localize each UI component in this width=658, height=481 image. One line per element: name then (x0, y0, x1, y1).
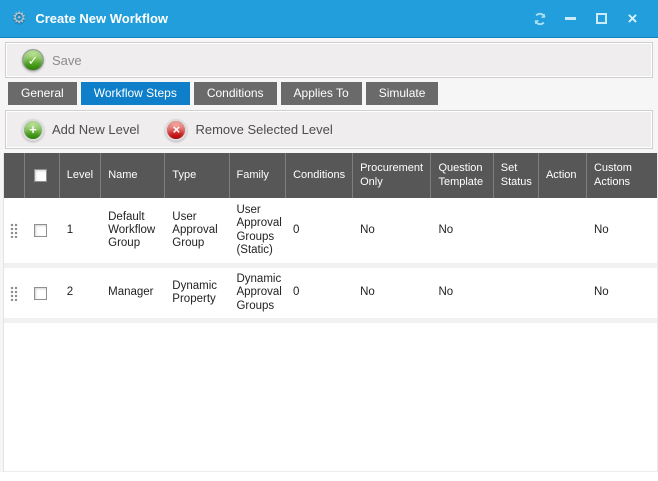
cell-level: 1 (60, 198, 101, 263)
cell-procurement-only: No (353, 198, 431, 263)
row-checkbox[interactable] (34, 224, 47, 237)
cell-procurement-only: No (353, 268, 431, 318)
tab-conditions[interactable]: Conditions (194, 82, 277, 105)
cell-question-template: No (432, 198, 494, 263)
row-select-cell (25, 268, 60, 318)
table-row-1: 1 Default Workflow Group User Approval G… (4, 198, 657, 268)
cell-question-template: No (432, 268, 494, 318)
save-check-icon: ✓ (22, 49, 44, 71)
cell-action (539, 198, 587, 263)
tab-applies-to[interactable]: Applies To (281, 82, 362, 105)
cell-family: User Approval Groups (Static) (229, 198, 286, 263)
add-new-level-button[interactable]: + Add New Level (16, 117, 145, 143)
main-toolbar: ✓ Save (5, 42, 653, 78)
save-button-label: Save (52, 53, 82, 68)
cell-family: Dynamic Approval Groups (229, 268, 286, 318)
cell-type: Dynamic Property (165, 268, 229, 318)
header-type: Type (165, 153, 229, 198)
header-conditions: Conditions (286, 153, 353, 198)
remove-selected-level-label: Remove Selected Level (195, 122, 332, 137)
add-new-level-label: Add New Level (52, 122, 139, 137)
cell-conditions: 0 (286, 198, 353, 263)
maximize-button[interactable] (586, 6, 617, 32)
drag-handle-icon[interactable] (10, 286, 18, 301)
row-drag-cell (4, 198, 25, 263)
tab-general[interactable]: General (8, 82, 77, 105)
refresh-button[interactable] (524, 6, 555, 32)
minimize-icon (565, 17, 576, 20)
window-body: ✓ Save General Workflow Steps Conditions… (0, 38, 658, 472)
cell-set-status (494, 268, 539, 318)
minimize-button[interactable] (555, 6, 586, 32)
close-icon: × (628, 10, 638, 27)
tab-simulate[interactable]: Simulate (366, 82, 439, 105)
grid-empty-area (4, 323, 657, 467)
table-row-2: 2 Manager Dynamic Property Dynamic Appro… (4, 268, 657, 323)
header-custom-actions: Custom Actions (587, 153, 657, 198)
cell-name: Manager (101, 268, 165, 318)
row-select-cell (25, 198, 60, 263)
window-controls: × (524, 6, 648, 32)
maximize-icon (596, 13, 607, 24)
close-button[interactable]: × (617, 6, 648, 32)
save-button[interactable]: ✓ Save (16, 47, 88, 73)
header-name: Name (101, 153, 165, 198)
header-procurement-only: Procurement Only (353, 153, 431, 198)
row-drag-cell (4, 268, 25, 318)
remove-selected-level-button[interactable]: × Remove Selected Level (159, 117, 338, 143)
header-question-template: Question Template (431, 153, 493, 198)
cell-name: Default Workflow Group (101, 198, 165, 263)
grid-header-row: Level Name Type Family Conditions Procur… (4, 153, 657, 198)
cell-type: User Approval Group (165, 198, 229, 263)
drag-handle-icon[interactable] (10, 223, 18, 238)
workflow-steps-grid: Level Name Type Family Conditions Procur… (3, 153, 658, 472)
refresh-icon (532, 11, 548, 27)
tab-strip: General Workflow Steps Conditions Applie… (0, 78, 658, 110)
cell-conditions: 0 (286, 268, 353, 318)
header-set-status: Set Status (494, 153, 539, 198)
window-title: Create New Workflow (35, 11, 524, 26)
cell-custom-actions: No (587, 198, 657, 263)
title-bar: ⚙ Create New Workflow × (0, 0, 658, 38)
cell-action (539, 268, 587, 318)
cell-custom-actions: No (587, 268, 657, 318)
row-checkbox[interactable] (34, 287, 47, 300)
window-gear-icon: ⚙ (12, 11, 26, 27)
remove-x-icon: × (165, 119, 187, 141)
add-plus-icon: + (22, 119, 44, 141)
level-toolbar: + Add New Level × Remove Selected Level (5, 110, 653, 149)
cell-level: 2 (60, 268, 101, 318)
header-level: Level (60, 153, 101, 198)
cell-set-status (494, 198, 539, 263)
header-family: Family (230, 153, 287, 198)
header-action: Action (539, 153, 587, 198)
select-all-checkbox[interactable] (34, 169, 47, 182)
header-select-all-cell (25, 153, 60, 198)
tab-workflow-steps[interactable]: Workflow Steps (81, 82, 190, 105)
header-drag-column (4, 153, 25, 198)
